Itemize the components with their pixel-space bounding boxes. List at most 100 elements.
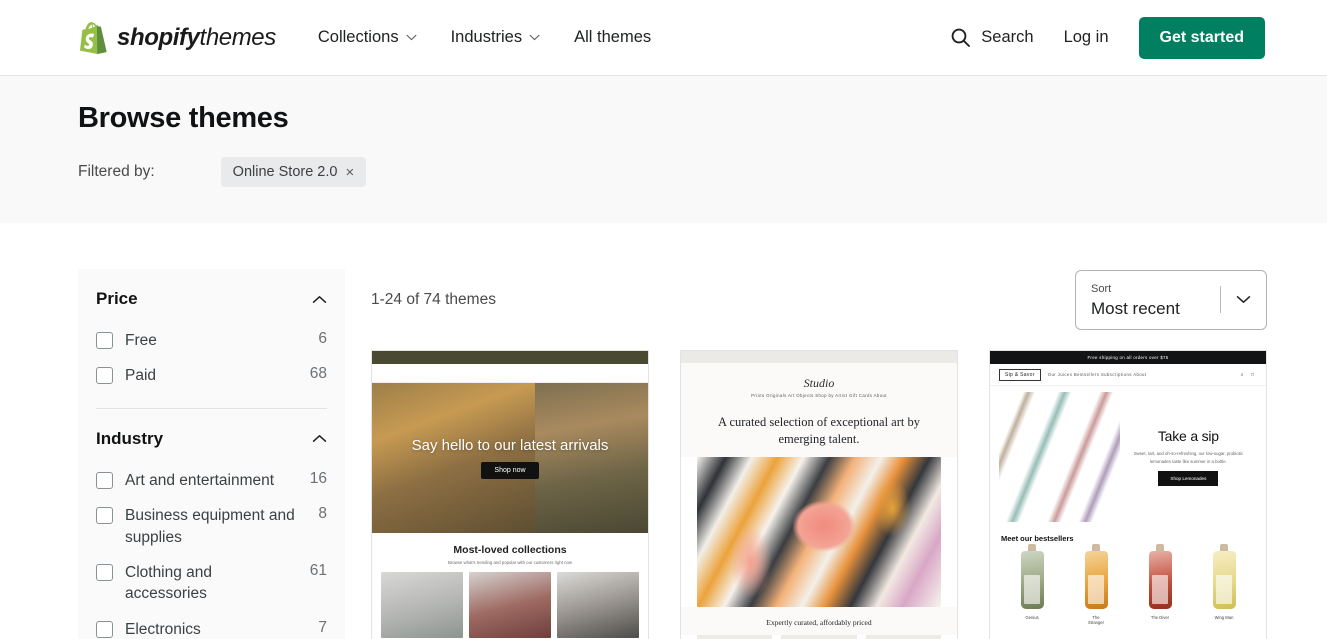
theme-hero-button: Shop Lemonades [1158,470,1219,486]
site-header: shopifythemes Collections Industries All… [0,0,1327,76]
theme-announcement-bar [372,351,648,364]
shopify-themes-logo[interactable]: shopifythemes [78,21,276,55]
theme-bestseller-row: Genius The Stranger The Diver Wing Man [990,543,1266,625]
checkbox[interactable] [96,620,113,638]
bestseller-item: The Diver [1148,544,1172,625]
facet-option-label: Paid [125,367,157,385]
theme-card-grid: Say hello to our latest arrivals Shop no… [371,350,1267,639]
facet-option-free[interactable]: Free 6 [96,323,327,358]
theme-logo: Studio [803,376,835,390]
theme-section: Most-loved collections Browse what's tre… [372,533,648,572]
theme-card-beverage[interactable]: Free shipping on all orders over $75 Sip… [989,350,1267,639]
filters-sidebar: Price Free 6 Paid 68 Industry Art and en… [78,269,345,639]
collection-tile [557,572,639,638]
facet-option-count: 8 [318,505,327,523]
shopify-bag-icon [80,21,107,54]
search-button[interactable]: Search [950,27,1034,48]
facet-header-industry[interactable]: Industry [96,409,327,463]
theme-section-heading: Meet our bestsellers [1001,534,1074,543]
theme-artwork-image [697,456,941,607]
facet-option-clothing-and-accessories[interactable]: Clothing and accessories 61 [96,555,327,612]
theme-section-heading: Most-loved collections [453,544,567,556]
nav-item-all-themes[interactable]: All themes [574,28,651,47]
bestseller-item: Wing Man [1212,544,1236,625]
search-label: Search [981,28,1034,46]
nav-label: All themes [574,28,652,46]
theme-hero-heading: Take a sip [1157,428,1219,445]
close-icon[interactable]: × [345,165,354,180]
theme-section-sub: Browse what's trending and popular with … [447,560,573,565]
bestseller-name: The Diver [1150,615,1170,620]
filter-chip-label: Online Store 2.0 [232,164,338,181]
bestseller-name: Wing Man [1214,615,1234,620]
checkbox[interactable] [96,563,113,581]
checkbox[interactable] [96,332,113,349]
chevron-up-icon[interactable] [312,295,327,304]
facet-option-paid[interactable]: Paid 68 [96,358,327,393]
sort-dropdown[interactable]: Sort Most recent [1075,270,1267,330]
facet-options-industry: Art and entertainment 16 Business equipm… [96,463,327,639]
theme-hero-sub: Sweet, tart, and oh-so-refreshing, our l… [1133,451,1244,464]
product-tile [781,634,857,639]
theme-announcement-bar: Free shipping on all orders over $75 [990,351,1266,364]
filtered-by-label: Filtered by: [78,163,155,181]
bestseller-name: Genius [1025,615,1039,620]
results-panel: 1-24 of 74 themes Sort Most recent Say h… [371,269,1267,639]
active-filters: Filtered by: Online Store 2.0 × [78,157,1249,188]
facet-option-count: 68 [309,365,327,383]
header-actions: Search Log in Get started [950,16,1265,59]
theme-hero-heading: Say hello to our latest arrivals [411,436,609,454]
theme-nav-bar [372,364,648,383]
facet-option-label: Art and entertainment [125,471,275,489]
facet-title: Industry [96,428,164,448]
login-link[interactable]: Log in [1064,28,1109,47]
bestseller-item: The Stranger [1084,544,1108,625]
facet-option-label: Business equipment and supplies [125,507,295,546]
checkbox[interactable] [96,367,113,385]
chevron-down-icon [529,34,540,41]
theme-announcement-bar [681,351,957,363]
facet-header-price[interactable]: Price [96,269,327,323]
facet-option-art-and-entertainment[interactable]: Art and entertainment 16 [96,463,327,498]
nav-item-collections[interactable]: Collections [318,28,417,47]
checkbox[interactable] [96,471,113,489]
chevron-down-icon[interactable] [1236,295,1251,304]
facet-option-count: 6 [318,330,327,347]
theme-nav-links: Prints Originals Art Objects Shop by Art… [751,393,887,398]
theme-product-tiles [681,634,957,639]
chevron-up-icon[interactable] [312,434,327,443]
facet-option-business-equipment-and-supplies[interactable]: Business equipment and supplies 8 [96,498,327,555]
theme-section-heading: Expertly curated, affordably priced [681,606,957,635]
results-count: 1-24 of 74 themes [371,291,496,308]
product-tile [697,634,773,639]
theme-nav-icons: ⌕ □ [1240,371,1257,378]
facet-option-count: 7 [318,618,327,636]
facet-options-price: Free 6 Paid 68 [96,323,327,408]
facet-option-count: 61 [309,561,327,579]
collection-tile [469,572,551,638]
theme-nav-bar: Sip & Savor Our Juices Bestsellers Subsc… [990,364,1266,386]
get-started-button[interactable]: Get started [1138,16,1265,59]
search-icon [951,28,971,47]
theme-hero: Say hello to our latest arrivals Shop no… [372,383,648,533]
nav-item-industries[interactable]: Industries [451,28,541,47]
brand-wordmark: shopifythemes [117,23,276,51]
bestseller-item: Genius [1020,544,1044,625]
page-title: Browse themes [78,102,289,134]
theme-hero-button: Shop now [481,462,539,480]
facet-option-count: 16 [309,469,327,487]
theme-hero: Take a sip Sweet, tart, and oh-so-refres… [999,392,1257,522]
theme-card-fashion[interactable]: Say hello to our latest arrivals Shop no… [371,350,649,639]
checkbox[interactable] [96,507,113,525]
results-toolbar: 1-24 of 74 themes Sort Most recent [371,269,1267,331]
theme-collection-tiles [372,572,648,638]
collection-tile [381,572,463,638]
facet-option-electronics[interactable]: Electronics 7 [96,612,327,639]
hero-text-panel: Take a sip Sweet, tart, and oh-so-refres… [1119,392,1257,522]
theme-card-art[interactable]: Studio Prints Originals Art Objects Shop… [680,350,958,639]
divider [1220,285,1221,313]
facet-option-label: Free [125,332,157,349]
nav-label: Industries [450,28,523,46]
bestseller-name: The Stranger [1087,615,1105,625]
filter-chip-online-store-2[interactable]: Online Store 2.0 × [220,157,367,188]
